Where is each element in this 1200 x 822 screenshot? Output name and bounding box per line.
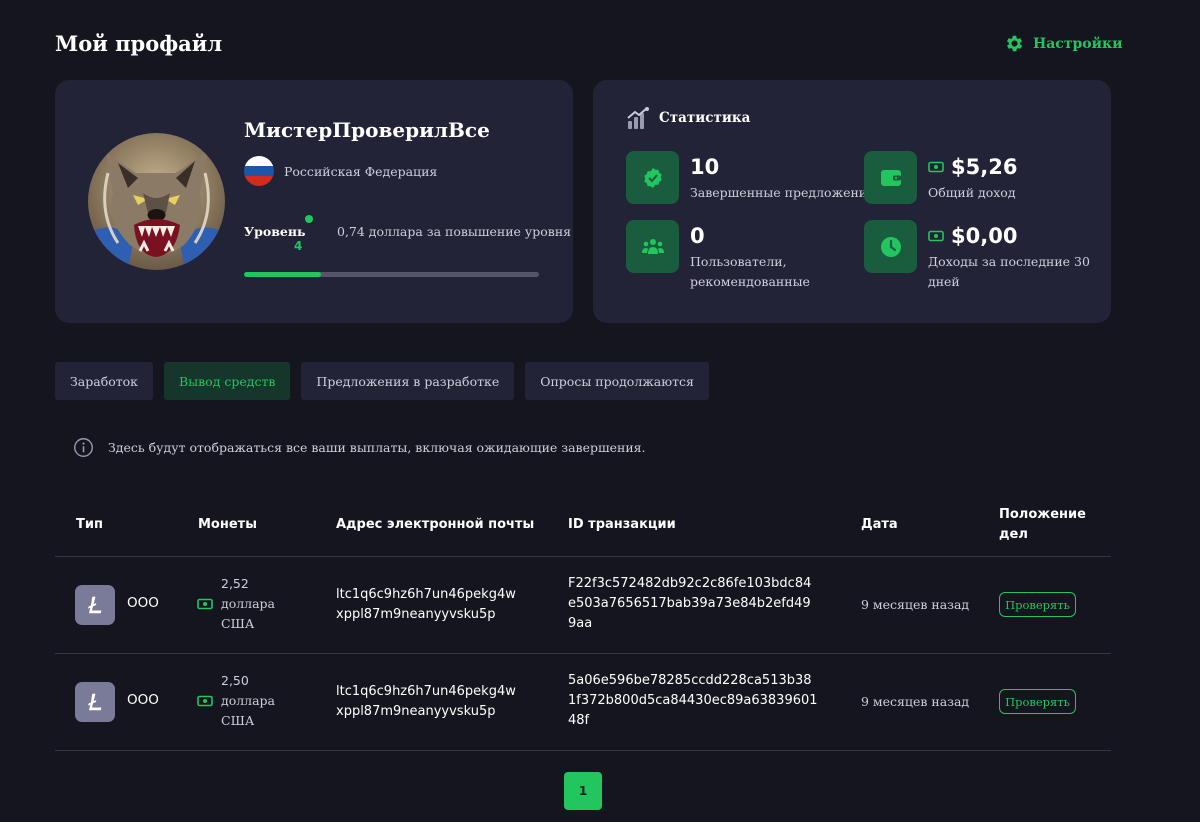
stat-icon-box bbox=[626, 220, 679, 273]
column-header-date: Дата bbox=[861, 517, 898, 532]
wallet-icon bbox=[880, 169, 901, 186]
cash-icon bbox=[928, 161, 944, 173]
level-indicator-dot bbox=[305, 215, 313, 223]
cash-icon bbox=[197, 695, 213, 707]
users-group-icon bbox=[641, 238, 664, 254]
level-number: 4 bbox=[294, 239, 303, 253]
coins-currency-line2: США bbox=[221, 616, 255, 631]
income-30-days-label-line1: Доходы за последние 30 bbox=[928, 254, 1090, 269]
profile-tabs: Заработок Вывод средств Предложения в ра… bbox=[55, 362, 709, 400]
table-row: OOO 2,50 доллара США ltc1q6c9hz6h7un46pe… bbox=[0, 654, 1200, 750]
column-header-txid: ID транзакции bbox=[568, 517, 676, 532]
total-income-value: $5,26 bbox=[951, 155, 1018, 179]
column-header-status: Положение дел bbox=[999, 505, 1086, 545]
transaction-id: F22f3c572482db92c2c86fe103bdc84e503a7656… bbox=[568, 576, 812, 631]
transaction-id: 5a06e596be78285ccdd228ca513b381f372b800d… bbox=[568, 673, 818, 728]
stats-card: Статистика 10 Завершенные предложения $5… bbox=[593, 80, 1111, 323]
russia-flag-icon bbox=[244, 156, 274, 186]
payout-address-line1: ltc1q6c9hz6h7un46pekg4w bbox=[336, 684, 516, 699]
profile-country: Российская Федерация bbox=[244, 156, 437, 186]
income-30-days-label-line2: дней bbox=[928, 274, 960, 289]
profile-username: МистерПроверилВсе bbox=[244, 118, 490, 142]
table-divider bbox=[55, 750, 1111, 751]
gear-icon bbox=[1006, 35, 1023, 52]
info-notice: Здесь будут отображаться все ваши выплат… bbox=[73, 437, 646, 458]
column-header-status-line2: дел bbox=[999, 527, 1028, 542]
payout-address: ltc1q6c9hz6h7un46pekg4w xppl87m9neanyyvs… bbox=[336, 682, 516, 722]
coins-currency-line1: доллара bbox=[221, 693, 276, 708]
tab-earnings[interactable]: Заработок bbox=[55, 362, 153, 400]
litecoin-icon bbox=[75, 585, 115, 625]
table-row: OOO 2,52 доллара США ltc1q6c9hz6h7un46pe… bbox=[0, 557, 1200, 653]
check-badge-icon bbox=[643, 167, 662, 188]
referred-users-label: Пользователи, рекомендованные bbox=[690, 252, 810, 292]
cash-icon bbox=[928, 230, 944, 242]
stat-income-30-days: $0,00 Доходы за последние 30 дней bbox=[864, 220, 1090, 292]
referred-users-value: 0 bbox=[690, 224, 705, 248]
coins-currency-line1: доллара bbox=[221, 596, 276, 611]
tab-withdrawals[interactable]: Вывод средств bbox=[164, 362, 291, 400]
payout-address: ltc1q6c9hz6h7un46pekg4w xppl87m9neanyyvs… bbox=[336, 585, 516, 625]
check-transaction-button[interactable]: Проверять bbox=[999, 689, 1076, 714]
avatar bbox=[88, 133, 225, 270]
level-label: Уровень bbox=[244, 224, 306, 239]
total-income-row: $5,26 bbox=[928, 153, 1017, 181]
cash-icon bbox=[197, 598, 213, 610]
payout-address-line2: xppl87m9neanyyvsku5p bbox=[336, 704, 496, 719]
coins-amount: 2,52 доллара США bbox=[221, 574, 275, 634]
pagination-page-1[interactable]: 1 bbox=[564, 772, 602, 810]
level-progress-bar bbox=[244, 272, 539, 277]
tab-pending-offers[interactable]: Предложения в разработке bbox=[301, 362, 515, 400]
transaction-type: OOO bbox=[127, 692, 159, 708]
income-30-days-label: Доходы за последние 30 дней bbox=[928, 252, 1090, 292]
coins-value: 2,50 bbox=[221, 673, 249, 688]
clock-icon bbox=[880, 236, 901, 257]
next-level-text: 0,74 доллара за повышение уровня bbox=[337, 224, 572, 239]
total-income-label: Общий доход bbox=[928, 185, 1016, 200]
coins-amount: 2,50 доллара США bbox=[221, 671, 275, 731]
transaction-date: 9 месяцев назад bbox=[861, 597, 970, 612]
column-header-coins: Монеты bbox=[198, 517, 257, 532]
stat-total-income: $5,26 Общий доход bbox=[864, 151, 1017, 204]
wolf-avatar-image bbox=[88, 133, 225, 270]
stats-chart-icon bbox=[627, 107, 649, 129]
page-title: Мой профайл bbox=[55, 31, 223, 56]
profile-card: МистерПроверилВсе Российская Федерация У… bbox=[55, 80, 573, 323]
income-30-days-value: $0,00 bbox=[951, 224, 1018, 248]
column-header-status-line1: Положение bbox=[999, 507, 1086, 522]
settings-label: Настройки bbox=[1033, 35, 1123, 52]
info-text: Здесь будут отображаться все ваши выплат… bbox=[108, 440, 646, 455]
payout-address-line1: ltc1q6c9hz6h7un46pekg4w bbox=[336, 587, 516, 602]
level-progress-fill bbox=[244, 272, 321, 277]
stat-icon-box bbox=[864, 220, 917, 273]
column-header-email: Адрес электронной почты bbox=[336, 517, 535, 532]
info-icon bbox=[74, 438, 93, 457]
country-name: Российская Федерация bbox=[284, 163, 438, 179]
stat-icon-box bbox=[864, 151, 917, 204]
referred-users-label-line1: Пользователи, bbox=[690, 254, 787, 269]
column-header-type: Тип bbox=[76, 517, 103, 532]
payout-address-line2: xppl87m9neanyyvsku5p bbox=[336, 607, 496, 622]
referred-users-label-line2: рекомендованные bbox=[690, 274, 810, 289]
settings-link[interactable]: Настройки bbox=[1004, 33, 1123, 54]
stats-header: Статистика bbox=[626, 106, 750, 130]
stat-referred-users: 0 Пользователи, рекомендованные bbox=[626, 220, 810, 292]
transaction-date: 9 месяцев назад bbox=[861, 694, 970, 709]
stat-completed-offers: 10 Завершенные предложения bbox=[626, 151, 875, 204]
coins-value: 2,52 bbox=[221, 576, 249, 591]
coins-currency-line2: США bbox=[221, 713, 255, 728]
stats-title: Статистика bbox=[659, 110, 751, 126]
litecoin-icon bbox=[75, 682, 115, 722]
transaction-type: OOO bbox=[127, 595, 159, 611]
stat-icon-box bbox=[626, 151, 679, 204]
completed-offers-value: 10 bbox=[690, 155, 720, 179]
completed-offers-label: Завершенные предложения bbox=[690, 185, 876, 200]
income-30-days-row: $0,00 bbox=[928, 222, 1090, 250]
check-transaction-button[interactable]: Проверять bbox=[999, 592, 1076, 617]
tab-surveys-in-progress[interactable]: Опросы продолжаются bbox=[525, 362, 709, 400]
